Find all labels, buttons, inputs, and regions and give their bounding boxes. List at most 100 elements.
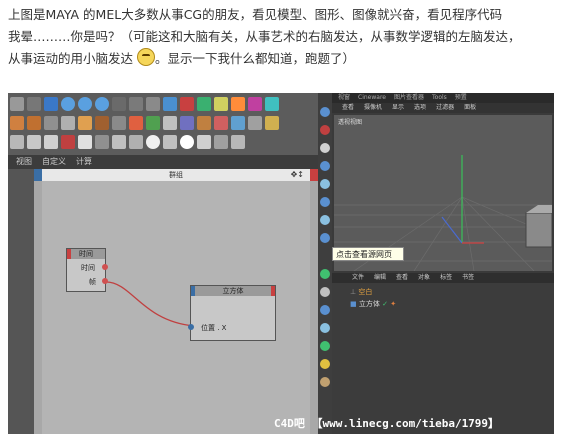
spline-icon[interactable] (180, 97, 194, 111)
tool-7-icon[interactable] (320, 215, 330, 225)
move-icon[interactable] (44, 97, 58, 111)
z-axis-icon[interactable] (95, 97, 109, 111)
vp-menu-panel[interactable]: 面板 (464, 103, 476, 113)
z-axis-gizmo[interactable] (441, 216, 463, 244)
object-row-null[interactable]: ⊥ 空白 (350, 287, 372, 297)
tool-1-icon[interactable] (320, 107, 330, 117)
tool-j-icon[interactable] (163, 116, 177, 130)
shade-g-icon[interactable] (112, 135, 126, 149)
tab-cineware[interactable]: Cineware (358, 93, 386, 103)
tool-g-icon[interactable] (112, 116, 126, 130)
tool-f-icon[interactable] (95, 116, 109, 130)
tab-viewport[interactable]: 视窗 (338, 93, 350, 103)
shade-i-icon[interactable] (163, 135, 177, 149)
sphere-icon[interactable] (146, 135, 160, 149)
shade-e-icon[interactable] (78, 135, 92, 149)
shade-j-icon[interactable] (197, 135, 211, 149)
cube-position-in-port[interactable] (188, 324, 194, 330)
cube-icon[interactable] (163, 97, 177, 111)
tool-h-icon[interactable] (129, 116, 143, 130)
menu-item-view[interactable]: 视图 (16, 155, 32, 169)
tool-10-icon[interactable] (320, 287, 330, 297)
tool-a-icon[interactable] (10, 116, 24, 130)
tool-b-icon[interactable] (27, 116, 41, 130)
shade-h-icon[interactable] (129, 135, 143, 149)
x-axis-icon[interactable] (61, 97, 75, 111)
tool-13-icon[interactable] (320, 341, 330, 351)
tool-12-icon[interactable] (320, 323, 330, 333)
tool-4-icon[interactable] (320, 161, 330, 171)
light-sphere-icon[interactable] (180, 135, 194, 149)
tool-15-icon[interactable] (320, 377, 330, 387)
time-node-handle[interactable] (67, 249, 71, 259)
tool-d-icon[interactable] (61, 116, 75, 130)
shade-c-icon[interactable] (44, 135, 58, 149)
om-menu-file[interactable]: 文件 (352, 273, 364, 283)
tool-6-icon[interactable] (320, 197, 330, 207)
vp-menu-camera[interactable]: 摄像机 (364, 103, 382, 113)
cube-object[interactable] (525, 212, 552, 248)
vp-menu-view[interactable]: 查看 (342, 103, 354, 113)
om-menu-view[interactable]: 查看 (396, 273, 408, 283)
tool-14-icon[interactable] (320, 359, 330, 369)
scene-icon[interactable] (231, 97, 245, 111)
deformer-icon[interactable] (214, 97, 228, 111)
view-source-tooltip[interactable]: 点击查看源网页 (332, 247, 404, 261)
tool-3-icon[interactable] (320, 143, 330, 153)
tab-tools[interactable]: Tools (432, 93, 447, 103)
tab-picture-viewer[interactable]: 图片查看器 (394, 93, 424, 103)
tab-presets[interactable]: 预置 (455, 93, 467, 103)
tool-k-icon[interactable] (180, 116, 194, 130)
om-menu-tags[interactable]: 标签 (440, 273, 452, 283)
tool-e-icon[interactable] (78, 116, 92, 130)
time-node[interactable]: 时间 时间 帧 (66, 248, 108, 292)
camera-icon[interactable] (265, 97, 279, 111)
tool-l-icon[interactable] (197, 116, 211, 130)
vp-menu-options[interactable]: 选项 (414, 103, 426, 113)
shade-d-icon[interactable] (61, 135, 75, 149)
tool-o-icon[interactable] (248, 116, 262, 130)
vp-menu-display[interactable]: 显示 (392, 103, 404, 113)
tool-i-icon[interactable] (146, 116, 160, 130)
tool-c-icon[interactable] (44, 116, 58, 130)
object-row-cube[interactable]: ■ 立方体 ✓ ✦ (350, 299, 396, 309)
time-out-port[interactable] (102, 264, 108, 270)
navigate-icon[interactable]: ✥↕ (291, 169, 304, 181)
tool-2-icon[interactable] (320, 125, 330, 135)
render-icon[interactable] (146, 97, 160, 111)
shade-k-icon[interactable] (214, 135, 228, 149)
menu-item-calc[interactable]: 计算 (76, 155, 92, 169)
light-icon[interactable] (248, 97, 262, 111)
tool-5-icon[interactable] (320, 179, 330, 189)
shade-b-icon[interactable] (27, 135, 41, 149)
xpresso-canvas[interactable]: 时间 时间 帧 立方体 位置 . X (42, 181, 310, 434)
menu-item-custom[interactable]: 自定义 (42, 155, 66, 169)
cube-node[interactable]: 立方体 位置 . X (188, 285, 276, 341)
undo-icon[interactable] (10, 97, 24, 111)
frame-out-port[interactable] (102, 278, 108, 284)
vp-menu-filter[interactable]: 过滤器 (436, 103, 454, 113)
tool-m-icon[interactable] (214, 116, 228, 130)
om-menu-objects[interactable]: 对象 (418, 273, 430, 283)
om-menu-bookmarks[interactable]: 书签 (462, 273, 474, 283)
group-close-handle[interactable] (310, 169, 318, 181)
nurbs-icon[interactable] (197, 97, 211, 111)
render-view-icon[interactable] (129, 97, 143, 111)
coord-icon[interactable] (112, 97, 126, 111)
cube-node-out-handle[interactable] (271, 286, 275, 296)
y-axis-icon[interactable] (78, 97, 92, 111)
group-collapse-handle[interactable] (34, 169, 42, 181)
om-menu-edit[interactable]: 编辑 (374, 273, 386, 283)
shade-f-icon[interactable] (95, 135, 109, 149)
tool-9-icon[interactable] (320, 269, 330, 279)
tool-11-icon[interactable] (320, 305, 330, 315)
tool-n-icon[interactable] (231, 116, 245, 130)
xpresso-tag-icon[interactable]: ✦ (390, 300, 396, 308)
tool-p-icon[interactable] (265, 116, 279, 130)
cube-node-in-handle[interactable] (191, 286, 195, 296)
visibility-check-icon[interactable]: ✓ (382, 300, 388, 308)
redo-icon[interactable] (27, 97, 41, 111)
shade-l-icon[interactable] (231, 135, 245, 149)
tool-8-icon[interactable] (320, 233, 330, 243)
shade-a-icon[interactable] (10, 135, 24, 149)
